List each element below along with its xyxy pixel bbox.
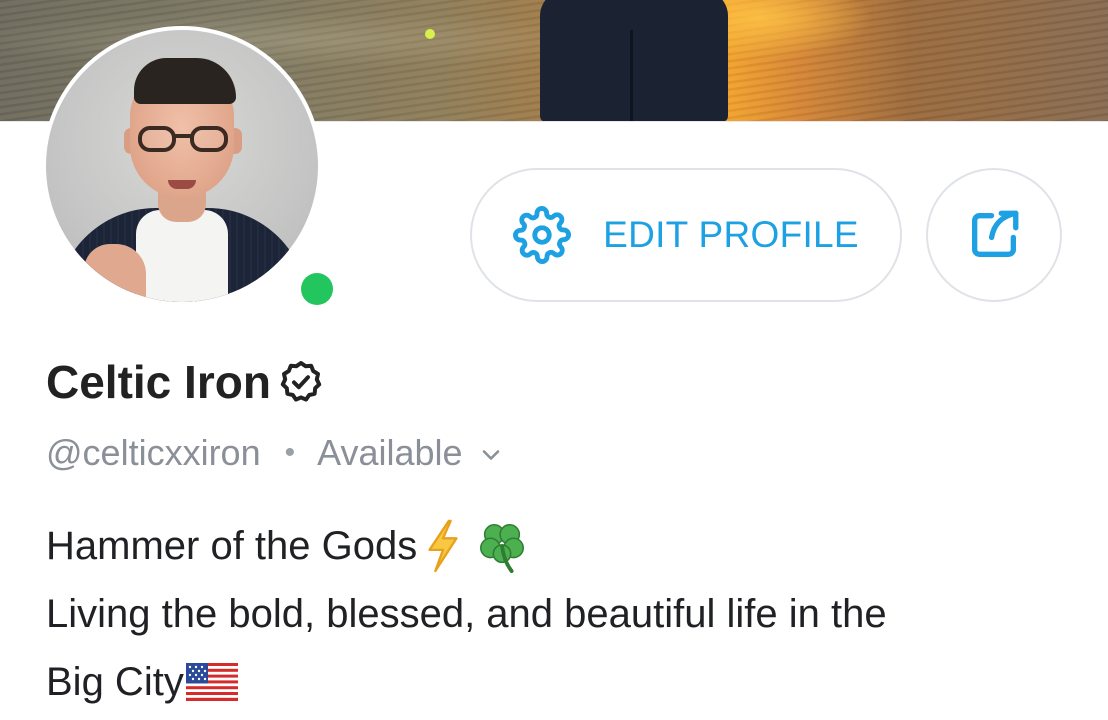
avatar-glasses-lens-left <box>138 126 176 152</box>
edit-profile-label: EDIT PROFILE <box>603 214 859 255</box>
avatar-hair <box>134 58 236 104</box>
username-handle: @celticxxiron <box>46 432 261 473</box>
avatar-photo <box>46 30 318 302</box>
online-status-indicator <box>296 268 338 310</box>
avatar-hand <box>84 244 146 302</box>
four-leaf-clover-icon <box>480 524 525 573</box>
chevron-down-icon <box>482 450 499 460</box>
name-row: Celtic Iron <box>46 350 325 414</box>
handle-separator: • <box>284 436 296 469</box>
share-icon <box>972 210 1019 257</box>
profile-page: EDIT PROFILE Celtic Iron @celticxxiron •… <box>0 0 1108 720</box>
cover-person-figure <box>540 0 728 122</box>
availability-dropdown[interactable]: Available <box>317 432 504 474</box>
availability-status: Available <box>317 432 463 473</box>
avatar-shirt <box>136 210 228 302</box>
avatar-glasses <box>136 126 232 156</box>
bio-line-2-text: Living the bold, blessed, and beautiful … <box>46 592 887 636</box>
bio-line-2: Living the bold, blessed, and beautiful … <box>46 580 1056 648</box>
edit-profile-button[interactable]: EDIT PROFILE <box>470 168 902 302</box>
bio-line-3: Big City <box>46 648 1056 716</box>
bio-line-1: Hammer of the Gods <box>46 512 1056 580</box>
lightning-bolt-icon <box>428 519 458 573</box>
avatar[interactable] <box>42 26 338 310</box>
cover-light-dot <box>425 29 435 39</box>
avatar-glasses-lens-right <box>190 126 228 152</box>
share-button[interactable] <box>926 168 1062 302</box>
us-flag-icon <box>185 663 238 701</box>
bio-line-1-text: Hammer of the Gods <box>46 524 418 568</box>
display-name: Celtic Iron <box>46 356 271 408</box>
bio-line-3-text: Big City <box>46 660 184 704</box>
handle-row: @celticxxiron • Available <box>46 426 505 480</box>
gear-icon <box>513 206 572 264</box>
bio: Hammer of the Gods Living the bold, bles… <box>46 512 1056 716</box>
verified-badge-icon <box>280 361 322 402</box>
